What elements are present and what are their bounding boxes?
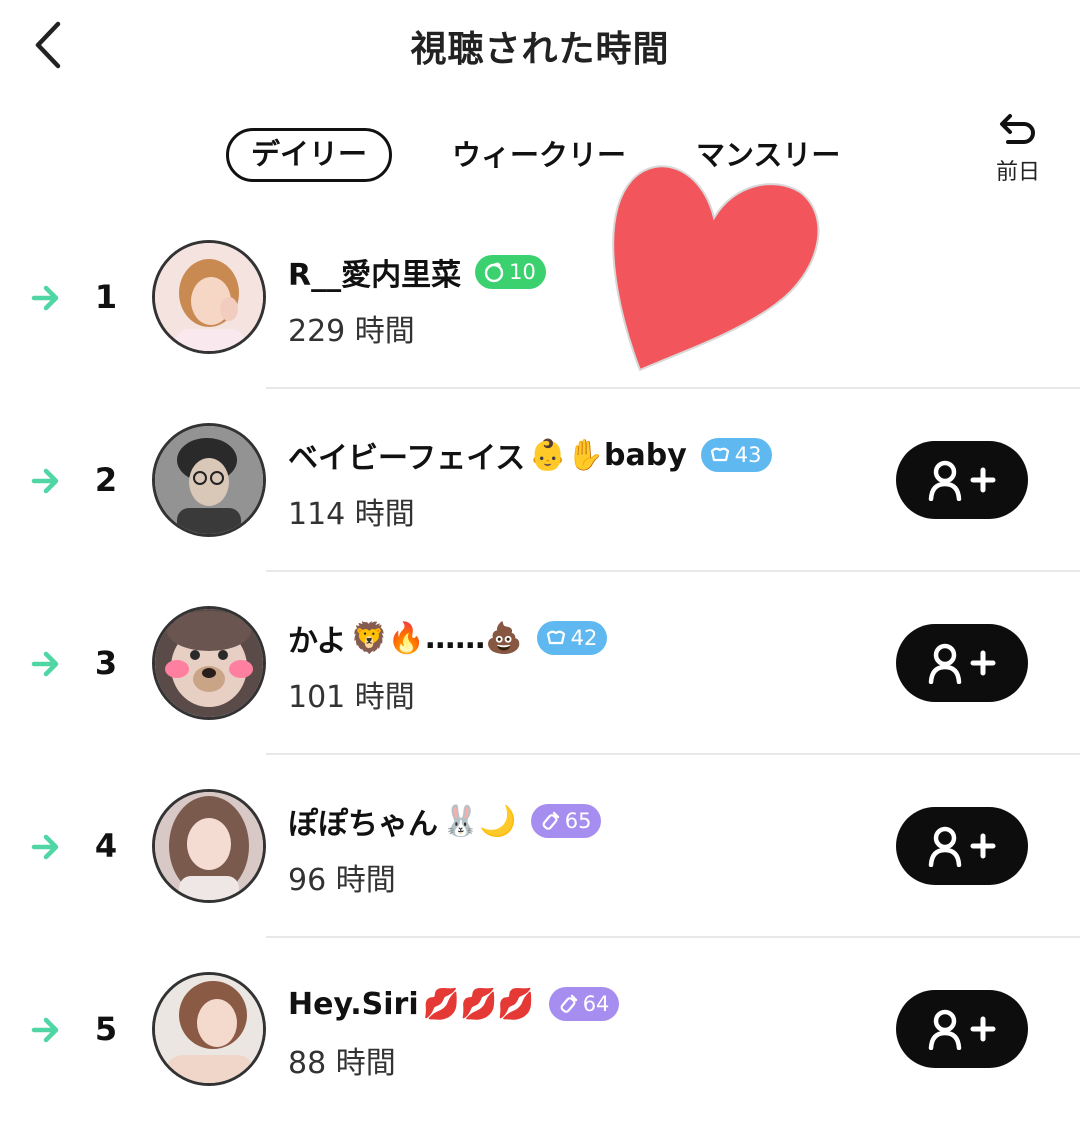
ranking-row[interactable]: 2 ベイビーフェイス 👶✋ baby 43 114 時間 <box>0 389 1080 572</box>
add-user-icon <box>928 1009 996 1050</box>
ranking-row[interactable]: 4 ぽぽちゃん 🐰🌙 65 96 時間 <box>0 755 1080 938</box>
user-name-suffix: baby <box>604 437 687 473</box>
rank-number: 5 <box>94 1010 118 1048</box>
arrow-right-icon <box>31 651 59 677</box>
level-badge: 42 <box>536 621 608 655</box>
follow-button[interactable] <box>896 990 1028 1068</box>
add-user-icon <box>928 826 996 867</box>
user-name-suffix: ……💩 <box>425 620 523 656</box>
badge-level: 65 <box>564 809 592 833</box>
follow-button[interactable] <box>896 807 1028 885</box>
rank-number: 1 <box>94 278 118 316</box>
ranking-row[interactable]: 5 Hey.Siri 💋💋💋 64 88 時間 <box>0 938 1080 1121</box>
tab-weekly[interactable]: ウィークリー <box>452 128 626 182</box>
rank-number: 4 <box>94 827 118 865</box>
arrow-right-icon <box>31 834 59 860</box>
previous-day-label: 前日 <box>995 160 1040 185</box>
level-badge: 64 <box>548 987 620 1021</box>
follow-button[interactable] <box>896 441 1028 519</box>
user-name[interactable]: かよ <box>288 616 347 660</box>
previous-day-button[interactable]: 前日 <box>990 112 1046 186</box>
badge-level: 10 <box>509 260 536 284</box>
watch-hours: 96 時間 <box>288 863 396 898</box>
period-tabs: デイリー ウィークリー マンスリー <box>0 128 1080 184</box>
crown-badge-icon <box>710 447 729 462</box>
crown-badge-icon <box>546 630 565 645</box>
name-emojis: 👶✋ <box>529 437 605 473</box>
undo-arrow-icon <box>1000 114 1035 144</box>
badge-level: 42 <box>570 626 598 650</box>
user-name[interactable]: R__愛内里菜 <box>288 250 461 294</box>
user-name[interactable]: ぽぽちゃん <box>288 799 438 843</box>
badge-level: 43 <box>734 443 762 467</box>
level-badge: 10 <box>475 255 546 289</box>
tab-daily[interactable]: デイリー <box>226 128 393 182</box>
avatar[interactable] <box>152 972 266 1086</box>
page-title: 視聴された時間 <box>410 29 670 70</box>
header: 視聴された時間 <box>0 0 1080 95</box>
leaf-badge-icon <box>484 262 504 283</box>
arrow-right-icon <box>31 1017 59 1043</box>
name-emojis: 💋💋💋 <box>422 986 535 1022</box>
level-badge: 65 <box>530 804 602 838</box>
arrow-right-icon <box>31 468 59 494</box>
name-emojis: 🐰🌙 <box>442 803 517 839</box>
user-name[interactable]: ベイビーフェイス <box>288 433 525 477</box>
user-name[interactable]: Hey.Siri <box>288 987 419 1022</box>
avatar[interactable] <box>152 606 266 720</box>
ranking-row[interactable]: 1 R__愛内里菜 10 229 時間 <box>0 206 1080 389</box>
name-emojis: 🦁🔥 <box>350 620 426 656</box>
bottle-badge-icon <box>542 811 559 830</box>
rank-number: 2 <box>94 461 118 499</box>
arrow-right-icon <box>31 285 59 311</box>
level-badge: 43 <box>700 438 772 472</box>
add-user-icon <box>928 643 996 684</box>
watch-hours: 229 時間 <box>288 314 415 349</box>
follow-button[interactable] <box>896 624 1028 702</box>
badge-level: 64 <box>582 992 610 1016</box>
watch-hours: 114 時間 <box>288 497 415 532</box>
watch-hours: 88 時間 <box>288 1046 396 1081</box>
avatar[interactable] <box>152 789 266 903</box>
bottle-badge-icon <box>560 994 577 1013</box>
avatar[interactable] <box>152 240 266 354</box>
add-user-icon <box>928 460 996 501</box>
watch-hours: 101 時間 <box>288 680 415 715</box>
avatar[interactable] <box>152 423 266 537</box>
ranking-row[interactable]: 3 かよ 🦁🔥 ……💩 42 101 時間 <box>0 572 1080 755</box>
rank-number: 3 <box>94 644 118 682</box>
